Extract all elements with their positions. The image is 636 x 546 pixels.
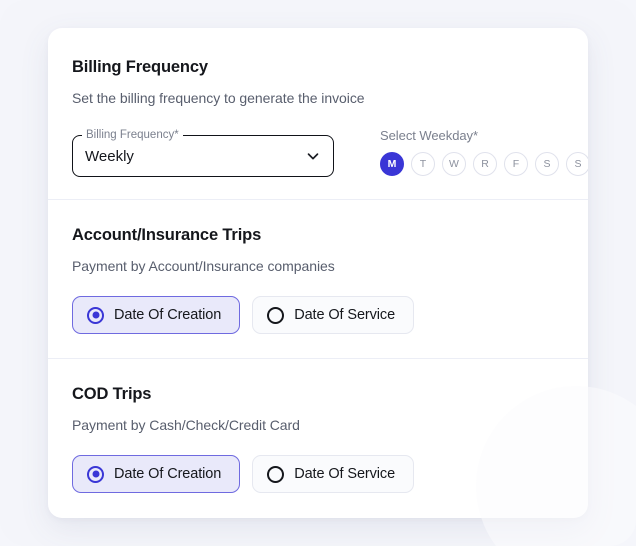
billing-frequency-subtitle: Set the billing frequency to generate th… — [72, 90, 365, 106]
radio-selected-icon — [87, 465, 104, 483]
weekday-letter: S — [543, 158, 551, 170]
settings-card: Billing Frequency Set the billing freque… — [48, 28, 588, 518]
cod-trips-section: COD Trips Payment by Cash/Check/Credit C… — [48, 359, 588, 517]
option-label: Date Of Creation — [114, 307, 222, 323]
weekday-picker: Select Weekday* M T W R F S S — [380, 128, 588, 177]
option-label: Date Of Creation — [114, 466, 222, 482]
weekday-button-row: M T W R F S S — [380, 152, 588, 176]
option-label: Date Of Service — [294, 307, 396, 323]
cod-trips-title: COD Trips — [72, 385, 152, 403]
option-label: Date Of Service — [294, 466, 396, 482]
weekday-button-sunday[interactable]: S — [566, 152, 588, 176]
account-insurance-trips-section: Account/Insurance Trips Payment by Accou… — [48, 200, 588, 358]
account-insurance-options-row: Date Of Creation Date Of Service — [72, 296, 564, 334]
weekday-picker-label: Select Weekday* — [380, 128, 479, 143]
billing-frequency-title: Billing Frequency — [72, 58, 208, 76]
weekday-button-thursday[interactable]: R — [473, 152, 497, 176]
radio-unselected-icon — [267, 306, 285, 324]
weekday-letter: F — [512, 158, 520, 170]
weekday-letter: T — [419, 158, 427, 170]
radio-unselected-icon — [267, 465, 285, 483]
billing-frequency-select-wrapper: Billing Frequency* Weekly — [72, 128, 334, 177]
weekday-button-friday[interactable]: F — [504, 152, 528, 176]
cod-options-row: Date Of Creation Date Of Service — [72, 455, 564, 493]
weekday-letter: S — [574, 158, 582, 170]
cod-option-date-of-service[interactable]: Date Of Service — [252, 455, 415, 493]
cod-trips-subtitle: Payment by Cash/Check/Credit Card — [72, 417, 300, 433]
account-insurance-trips-subtitle: Payment by Account/Insurance companies — [72, 258, 335, 274]
weekday-button-tuesday[interactable]: T — [411, 152, 435, 176]
billing-frequency-controls-row: Billing Frequency* Weekly Select Weekday… — [72, 128, 588, 177]
radio-selected-icon — [87, 306, 104, 324]
billing-frequency-select-value: Weekly — [85, 147, 134, 165]
account-insurance-option-date-of-creation[interactable]: Date Of Creation — [72, 296, 241, 334]
cod-option-date-of-creation[interactable]: Date Of Creation — [72, 455, 241, 493]
billing-frequency-select-legend: Billing Frequency* — [82, 128, 183, 142]
account-insurance-trips-title: Account/Insurance Trips — [72, 226, 262, 244]
billing-frequency-section: Billing Frequency Set the billing freque… — [48, 28, 588, 199]
weekday-button-monday[interactable]: M — [380, 152, 404, 176]
account-insurance-option-date-of-service[interactable]: Date Of Service — [252, 296, 415, 334]
weekday-button-wednesday[interactable]: W — [442, 152, 466, 176]
page-background: Billing Frequency Set the billing freque… — [0, 0, 636, 546]
weekday-letter: M — [387, 158, 397, 170]
weekday-letter: R — [481, 158, 489, 170]
weekday-button-saturday[interactable]: S — [535, 152, 559, 176]
weekday-letter: W — [449, 158, 459, 170]
